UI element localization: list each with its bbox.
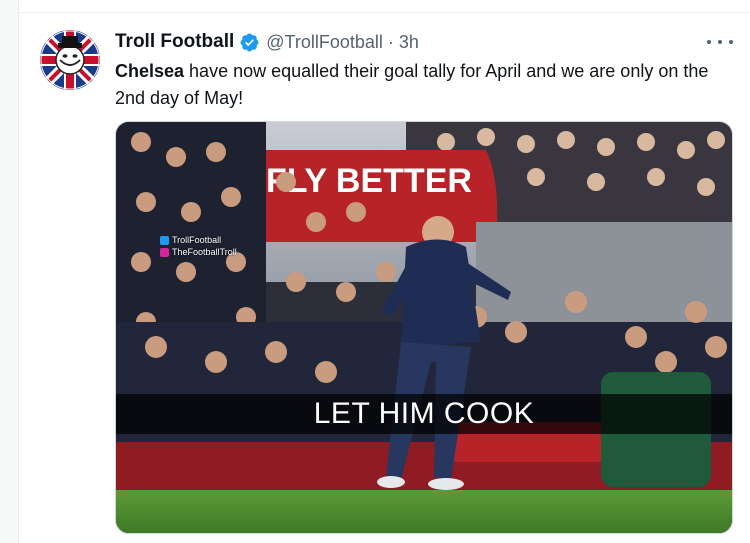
tweet-media-image[interactable]: FLY BETTER TrollFootball TheFootballTrol… [115,121,733,534]
avatar[interactable] [40,30,100,90]
watermark-instagram: TheFootballTroll [172,247,237,257]
timestamp[interactable]: 3h [399,32,419,53]
media-caption: LET HIM COOK [313,397,535,430]
tweet-text-bold: Chelsea [115,61,185,81]
page: Troll Football @TrollFootball · 3h Chels… [0,0,750,543]
separator-dot: · [387,31,394,52]
watermark: TrollFootball TheFootballTroll [160,234,237,258]
instagram-icon [160,247,169,257]
twitter-icon [160,235,169,245]
avatar-image [40,30,100,90]
watermark-twitter: TrollFootball [172,235,222,245]
user-handle[interactable]: @TrollFootball [266,32,383,53]
stadium-photo: FLY BETTER [116,122,732,533]
divider [19,12,750,13]
tweet-header: Troll Football @TrollFootball · 3h [115,31,419,53]
display-name[interactable]: Troll Football [115,31,234,53]
verified-badge-icon [239,32,260,53]
tweet-text-body: have now equalled their goal tally for A… [115,61,709,108]
more-options-icon[interactable] [707,32,733,52]
left-gutter [0,0,19,543]
tweet-text: Chelsea have now equalled their goal tal… [115,58,715,112]
banner-text: FLY BETTER [266,162,472,200]
